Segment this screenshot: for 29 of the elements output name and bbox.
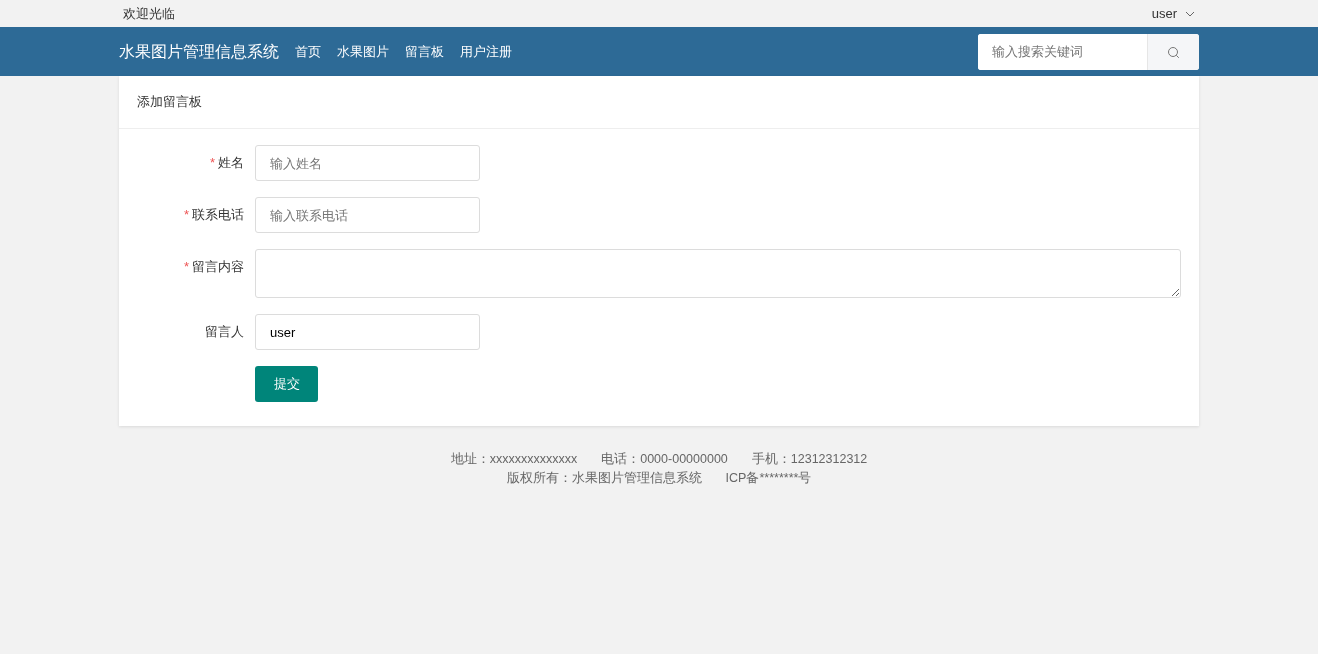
required-mark: * — [183, 207, 189, 223]
footer-text: 手机：12312312312 — [751, 451, 868, 468]
input-field[interactable]: 输入姓名 — [255, 145, 480, 181]
card-title: 添加留言板 — [137, 93, 202, 112]
input-field[interactable]: 输入联系电话 — [255, 197, 480, 233]
required-mark: * — [209, 155, 215, 171]
search-icon — [1167, 45, 1180, 59]
footer-text: 地址：xxxxxxxxxxxxxx — [450, 451, 578, 468]
search-button[interactable] — [1147, 33, 1199, 70]
user-menu[interactable]: user — [1151, 3, 1199, 24]
footer-text: 电话：0000-00000000 — [601, 451, 728, 468]
field-label: 留言内容 — [192, 259, 244, 274]
required-mark: * — [183, 259, 189, 274]
footer-text: 版权所有：水果图片管理信息系统 — [506, 469, 702, 487]
nav-link[interactable]: 留言板 — [405, 41, 444, 62]
nav-link[interactable]: 水果图片 — [337, 41, 389, 62]
welcome-text: 欢迎光临 — [122, 4, 175, 23]
submit-button[interactable]: 提交 — [255, 366, 318, 402]
nav-link[interactable]: 首页 — [295, 41, 321, 62]
footer-text: ICP备********号 — [725, 469, 812, 487]
site-title: 水果图片管理信息系统 — [119, 41, 279, 62]
chevron-icon — [1185, 10, 1195, 17]
field-label: 姓名 — [218, 155, 244, 171]
input-field[interactable]: user — [255, 314, 480, 350]
textarea-field[interactable] — [255, 249, 1181, 298]
field-label: 留言人 — [205, 324, 244, 340]
nav-link[interactable]: 用户注册 — [460, 41, 512, 62]
field-label: 联系电话 — [192, 207, 244, 223]
search-field[interactable]: 输入搜索关键词 — [978, 33, 1199, 70]
